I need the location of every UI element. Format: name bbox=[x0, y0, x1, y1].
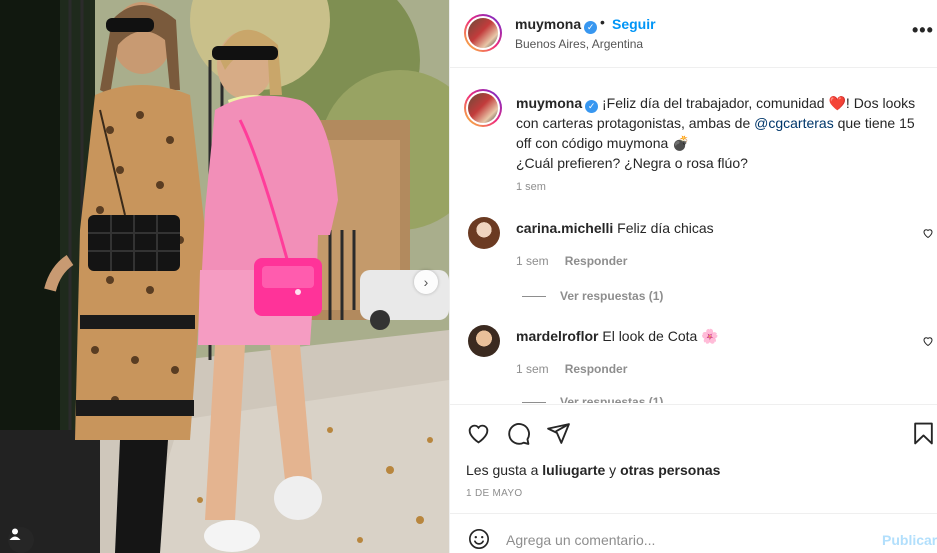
comment-username[interactable]: carina.michelli bbox=[516, 220, 613, 236]
comment-input[interactable]: Agrega un comentario... bbox=[506, 532, 655, 548]
caption-username[interactable]: muymona bbox=[516, 95, 582, 111]
share-icon[interactable] bbox=[546, 421, 571, 446]
photo-illustration bbox=[0, 0, 449, 553]
more-icon[interactable]: ••• bbox=[912, 20, 934, 41]
post-photo[interactable]: › bbox=[0, 0, 449, 553]
flower-emoji: 🌸 bbox=[701, 328, 719, 344]
verified-badge-icon: ✓ bbox=[584, 21, 598, 34]
heart-emoji: ❤️ bbox=[828, 95, 846, 111]
mention-link[interactable]: @cgcarteras bbox=[754, 115, 834, 131]
view-replies-button[interactable]: Ver respuestas (1) bbox=[522, 289, 663, 303]
post-date[interactable]: 1 DE MAYO bbox=[466, 488, 522, 499]
comment-time[interactable]: 1 sem bbox=[516, 362, 549, 376]
other-likers-link[interactable]: otras personas bbox=[620, 462, 720, 478]
post-header: muymona ✓ • Seguir Buenos Aires, Argentin… bbox=[450, 0, 937, 68]
post-actions: Les gusta a luliugarte y otras personas … bbox=[450, 404, 937, 512]
bookmark-icon[interactable] bbox=[911, 421, 936, 446]
author-username-link[interactable]: muymona ✓ bbox=[515, 16, 598, 34]
comment-text: carina.michelli Feliz día chicas bbox=[516, 220, 714, 236]
reply-button[interactable]: Responder bbox=[565, 254, 628, 268]
comment-meta: 1 sem Responder bbox=[516, 362, 627, 376]
likes-summary: Les gusta a luliugarte y otras personas bbox=[466, 462, 721, 478]
post-comment-button[interactable]: Publicar bbox=[882, 532, 937, 548]
comment-meta: 1 sem Responder bbox=[516, 254, 627, 268]
follow-button[interactable]: Seguir bbox=[612, 16, 656, 32]
next-arrow-icon[interactable]: › bbox=[414, 270, 438, 294]
comment-time[interactable]: 1 sem bbox=[516, 254, 549, 268]
comment-text: mardelroflor El look de Cota 🌸 bbox=[516, 328, 719, 344]
post-caption: muymona ✓ ¡Feliz día del trabajador, comu… bbox=[516, 95, 916, 171]
separator-dot: • bbox=[600, 14, 605, 30]
caption-author-avatar[interactable] bbox=[464, 89, 502, 127]
caption-time[interactable]: 1 sem bbox=[516, 181, 546, 193]
heart-icon[interactable] bbox=[466, 421, 491, 446]
liker-link[interactable]: luliugarte bbox=[542, 462, 605, 478]
verified-badge-icon: ✓ bbox=[585, 100, 599, 113]
comment-username[interactable]: mardelroflor bbox=[516, 328, 598, 344]
reply-button[interactable]: Responder bbox=[565, 362, 628, 376]
like-comment-heart-icon[interactable] bbox=[922, 335, 934, 347]
like-comment-heart-icon[interactable] bbox=[922, 227, 934, 239]
post-side-panel: muymona ✓ • Seguir Buenos Aires, Argentin… bbox=[449, 0, 937, 553]
bomb-emoji: 💣 bbox=[672, 135, 690, 151]
tag-user-icon[interactable] bbox=[8, 527, 34, 553]
comment-icon[interactable] bbox=[506, 421, 531, 446]
author-avatar[interactable] bbox=[464, 14, 502, 52]
view-replies-button[interactable]: Ver respuestas (1) bbox=[522, 395, 663, 403]
emoji-icon[interactable] bbox=[468, 528, 490, 550]
location-link[interactable]: Buenos Aires, Argentina bbox=[515, 37, 643, 51]
commenter-avatar[interactable] bbox=[468, 217, 500, 249]
comments-section[interactable]: muymona ✓ ¡Feliz día del trabajador, comu… bbox=[450, 69, 937, 403]
commenter-avatar[interactable] bbox=[468, 325, 500, 357]
add-comment-bar: Agrega un comentario... Publicar bbox=[450, 513, 937, 553]
